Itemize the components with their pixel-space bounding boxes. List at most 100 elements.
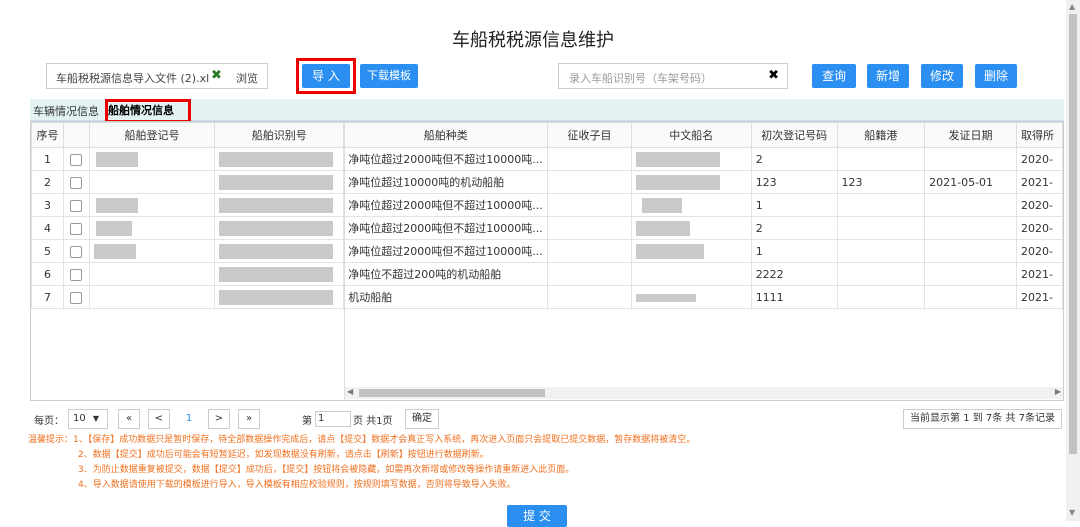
first-reg-number: 1 (750, 239, 838, 263)
ship-type: 净吨位超过2000吨但不超过10000吨... (343, 239, 549, 263)
issue-date (924, 285, 1017, 309)
redacted-block (95, 197, 138, 213)
row-number: 1 (31, 147, 64, 171)
port (836, 193, 926, 217)
redacted-block (635, 293, 696, 302)
issue-date (924, 239, 1017, 263)
horizontal-scrollbar[interactable]: ◀ ▶ (345, 387, 1063, 399)
row-number: 5 (31, 239, 64, 263)
redacted-block (635, 243, 704, 259)
page-number-input[interactable]: 1 (315, 411, 351, 427)
query-button[interactable]: 查询 (812, 64, 856, 88)
pagination: 每页： 10 ▼ « < 1 > » 第 1 页 共1页 确定 当前显示第 1 … (34, 409, 1064, 431)
download-template-button[interactable]: 下载模板 (360, 64, 418, 88)
page-total: 页 共1页 (353, 416, 393, 427)
redacted-block (219, 220, 334, 236)
col-header: 中文船名 (630, 122, 752, 148)
ship-type: 机动船舶 (343, 285, 549, 309)
col-header-checkbox (62, 122, 90, 148)
redacted-block (641, 197, 682, 213)
redacted-block (635, 174, 720, 190)
port: 123 (836, 170, 926, 194)
redacted-block (219, 174, 334, 190)
col-header: 发证日期 (924, 122, 1017, 148)
issue-date (924, 147, 1017, 171)
tab-highlight-box (105, 99, 191, 123)
file-input[interactable]: 车船税税源信息导入文件 (2).xl ✖ 浏览 (46, 63, 268, 89)
first-page-button[interactable]: « (118, 409, 140, 429)
last-page-button[interactable]: » (238, 409, 260, 429)
col-header: 船舶种类 (343, 122, 549, 148)
row-checkbox[interactable] (70, 176, 83, 189)
tip-line: 温馨提示：1、【保存】成功数据只是暂时保存，待全部数据操作完成后，请点【提交】数… (28, 435, 696, 445)
scroll-left-icon[interactable]: ◀ (347, 387, 353, 396)
table-row[interactable]: 7 机动船舶 1111 2021- (31, 285, 1063, 309)
next-page-button[interactable]: > (208, 409, 230, 429)
scroll-right-icon[interactable]: ▶ (1055, 387, 1061, 396)
delete-button[interactable]: 删除 (975, 64, 1017, 88)
redacted-block (219, 289, 334, 305)
table-row[interactable]: 4 净吨位超过2000吨但不超过10000吨... 2 2020- (31, 216, 1063, 240)
row-number: 6 (31, 262, 64, 286)
acquire-date: 2020- (1015, 239, 1063, 263)
per-page-value: 10 (73, 413, 86, 424)
data-table: 序号 船舶登记号 船舶识别号 船舶种类 征收子目 中文船名 初次登记号码 船籍港… (31, 122, 1063, 309)
redacted-block (219, 243, 334, 259)
acquire-date: 2021- (1015, 170, 1063, 194)
redacted-block (219, 197, 334, 213)
table-header-row: 序号 船舶登记号 船舶识别号 船舶种类 征收子目 中文船名 初次登记号码 船籍港… (31, 122, 1063, 148)
table-row[interactable]: 5 净吨位超过2000吨但不超过10000吨... 1 2020- (31, 239, 1063, 263)
port (836, 285, 926, 309)
page-prefix: 第 (302, 416, 312, 427)
first-reg-number: 1111 (750, 285, 838, 309)
redacted-block (219, 266, 334, 282)
page-title: 车船税税源信息维护 (452, 30, 614, 51)
table-row[interactable]: 3 净吨位超过2000吨但不超过10000吨... 1 2020- (31, 193, 1063, 217)
scroll-thumb[interactable] (1069, 14, 1077, 454)
submit-button[interactable]: 提 交 (507, 505, 567, 527)
table-row[interactable]: 6 净吨位不超过200吨的机动船舶 2222 2021- (31, 262, 1063, 286)
row-number: 4 (31, 216, 64, 240)
scroll-down-icon[interactable]: ▼ (1069, 508, 1075, 517)
port (836, 262, 926, 286)
prev-page-button[interactable]: < (148, 409, 170, 429)
port (836, 216, 926, 240)
table-row[interactable]: 2 净吨位超过10000吨的机动船舶 123 123 2021-05-01 20… (31, 170, 1063, 194)
row-checkbox[interactable] (70, 268, 83, 281)
search-input[interactable]: 录入车船识别号（车架号码） ✖ (558, 63, 788, 89)
add-button[interactable]: 新增 (867, 64, 909, 88)
go-page-button[interactable]: 确定 (405, 409, 439, 429)
tab-vehicle[interactable]: 车辆情况信息 (33, 103, 99, 119)
issue-date (924, 193, 1017, 217)
row-number: 2 (31, 170, 64, 194)
clear-file-icon[interactable]: ✖ (211, 68, 222, 83)
col-header: 船舶识别号 (214, 122, 345, 148)
port (836, 147, 926, 171)
record-summary: 当前显示第 1 到 7条 共 7条记录 (903, 409, 1062, 429)
scroll-up-icon[interactable]: ▲ (1069, 2, 1075, 11)
browse-button[interactable]: 浏览 (236, 70, 258, 86)
table-row[interactable]: 1 净吨位超过2000吨但不超过10000吨... 2 2020- (31, 147, 1063, 171)
acquire-date: 2020- (1015, 147, 1063, 171)
current-page[interactable]: 1 (178, 409, 200, 429)
per-page-select[interactable]: 10 ▼ (68, 409, 108, 429)
row-checkbox[interactable] (70, 245, 83, 258)
ship-type: 净吨位超过2000吨但不超过10000吨... (343, 147, 549, 171)
edit-button[interactable]: 修改 (921, 64, 963, 88)
row-checkbox[interactable] (70, 153, 83, 166)
first-reg-number: 2 (750, 147, 838, 171)
ship-type: 净吨位不超过200吨的机动船舶 (343, 262, 549, 286)
col-header: 船籍港 (836, 122, 926, 148)
clear-search-icon[interactable]: ✖ (768, 68, 779, 83)
import-button[interactable]: 导 入 (302, 64, 350, 88)
scroll-thumb[interactable] (359, 389, 545, 397)
redacted-block (219, 151, 334, 167)
row-checkbox[interactable] (70, 222, 83, 235)
row-checkbox[interactable] (70, 291, 83, 304)
row-checkbox[interactable] (70, 199, 83, 212)
frozen-column-divider (344, 122, 345, 400)
issue-date (924, 216, 1017, 240)
tip-line: 3、为防止数据重复被提交，数据【提交】成功后，【提交】按钮将会被隐藏，如需再次新… (78, 465, 575, 475)
per-page-label: 每页： (34, 416, 64, 427)
vertical-scrollbar[interactable]: ▲ ▼ (1066, 0, 1080, 521)
